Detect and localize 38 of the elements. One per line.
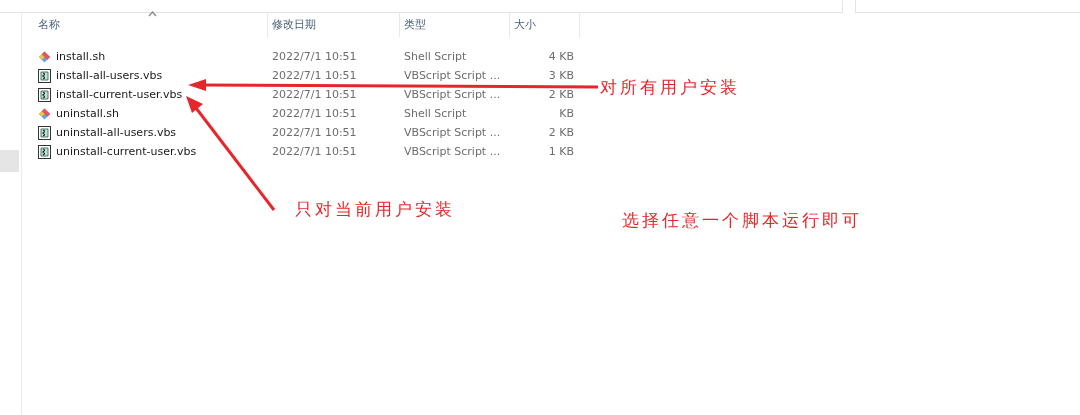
file-name[interactable]: uninstall.sh xyxy=(34,106,268,121)
column-header[interactable]: 大小 xyxy=(510,13,580,37)
script-file-icon xyxy=(38,87,51,102)
annotation-text: 对所有用户安装 xyxy=(600,77,740,99)
table-cell-text: 2022/7/1 10:51 xyxy=(271,107,358,120)
file-name[interactable]: install-all-users.vbs xyxy=(34,68,268,83)
file-name[interactable]: install.sh xyxy=(34,49,268,64)
table-cell-text: VBScript Script ... xyxy=(403,88,502,101)
table-cell-text: 2 KB xyxy=(547,88,575,101)
table-cell-text: VBScript Script ... xyxy=(403,145,502,158)
diamond-icon xyxy=(38,49,51,64)
diamond-icon xyxy=(38,106,51,121)
script-file-icon xyxy=(38,144,51,159)
table-cell-text: 2022/7/1 10:51 xyxy=(271,50,358,63)
column-header[interactable]: 类型 xyxy=(400,13,510,37)
table-cell-text: 3 KB xyxy=(547,69,575,82)
annotation-text: 只对当前用户安装 xyxy=(295,199,455,221)
file-name[interactable]: uninstall-all-users.vbs xyxy=(34,125,268,140)
column-header[interactable]: 名称 xyxy=(34,13,268,37)
table-cell-text: 2022/7/1 10:51 xyxy=(271,145,358,158)
annotation-text: 选择任意一个脚本运行即可 xyxy=(622,210,862,232)
table-cell-text: 2022/7/1 10:51 xyxy=(271,126,358,139)
column-header[interactable]: 修改日期 xyxy=(268,13,400,37)
table-cell-text: Shell Script xyxy=(403,50,468,63)
table-cell-text: KB xyxy=(558,107,575,120)
nav-item[interactable] xyxy=(0,150,19,172)
table-cell-text: 4 KB xyxy=(547,50,575,63)
table-cell-text: Shell Script xyxy=(403,107,468,120)
table-cell-text: VBScript Script ... xyxy=(403,126,502,139)
table-cell-text: 1 KB xyxy=(547,145,575,158)
file-name[interactable]: uninstall-current-user.vbs xyxy=(34,144,268,159)
table-cell-text: 2 KB xyxy=(547,126,575,139)
table-cell-text: VBScript Script ... xyxy=(403,69,502,82)
file-name[interactable]: install-current-user.vbs xyxy=(34,87,268,102)
script-file-icon xyxy=(38,125,51,140)
script-file-icon xyxy=(38,68,51,83)
table-cell-text: 2022/7/1 10:51 xyxy=(271,69,358,82)
table-cell-text: 2022/7/1 10:51 xyxy=(271,88,358,101)
